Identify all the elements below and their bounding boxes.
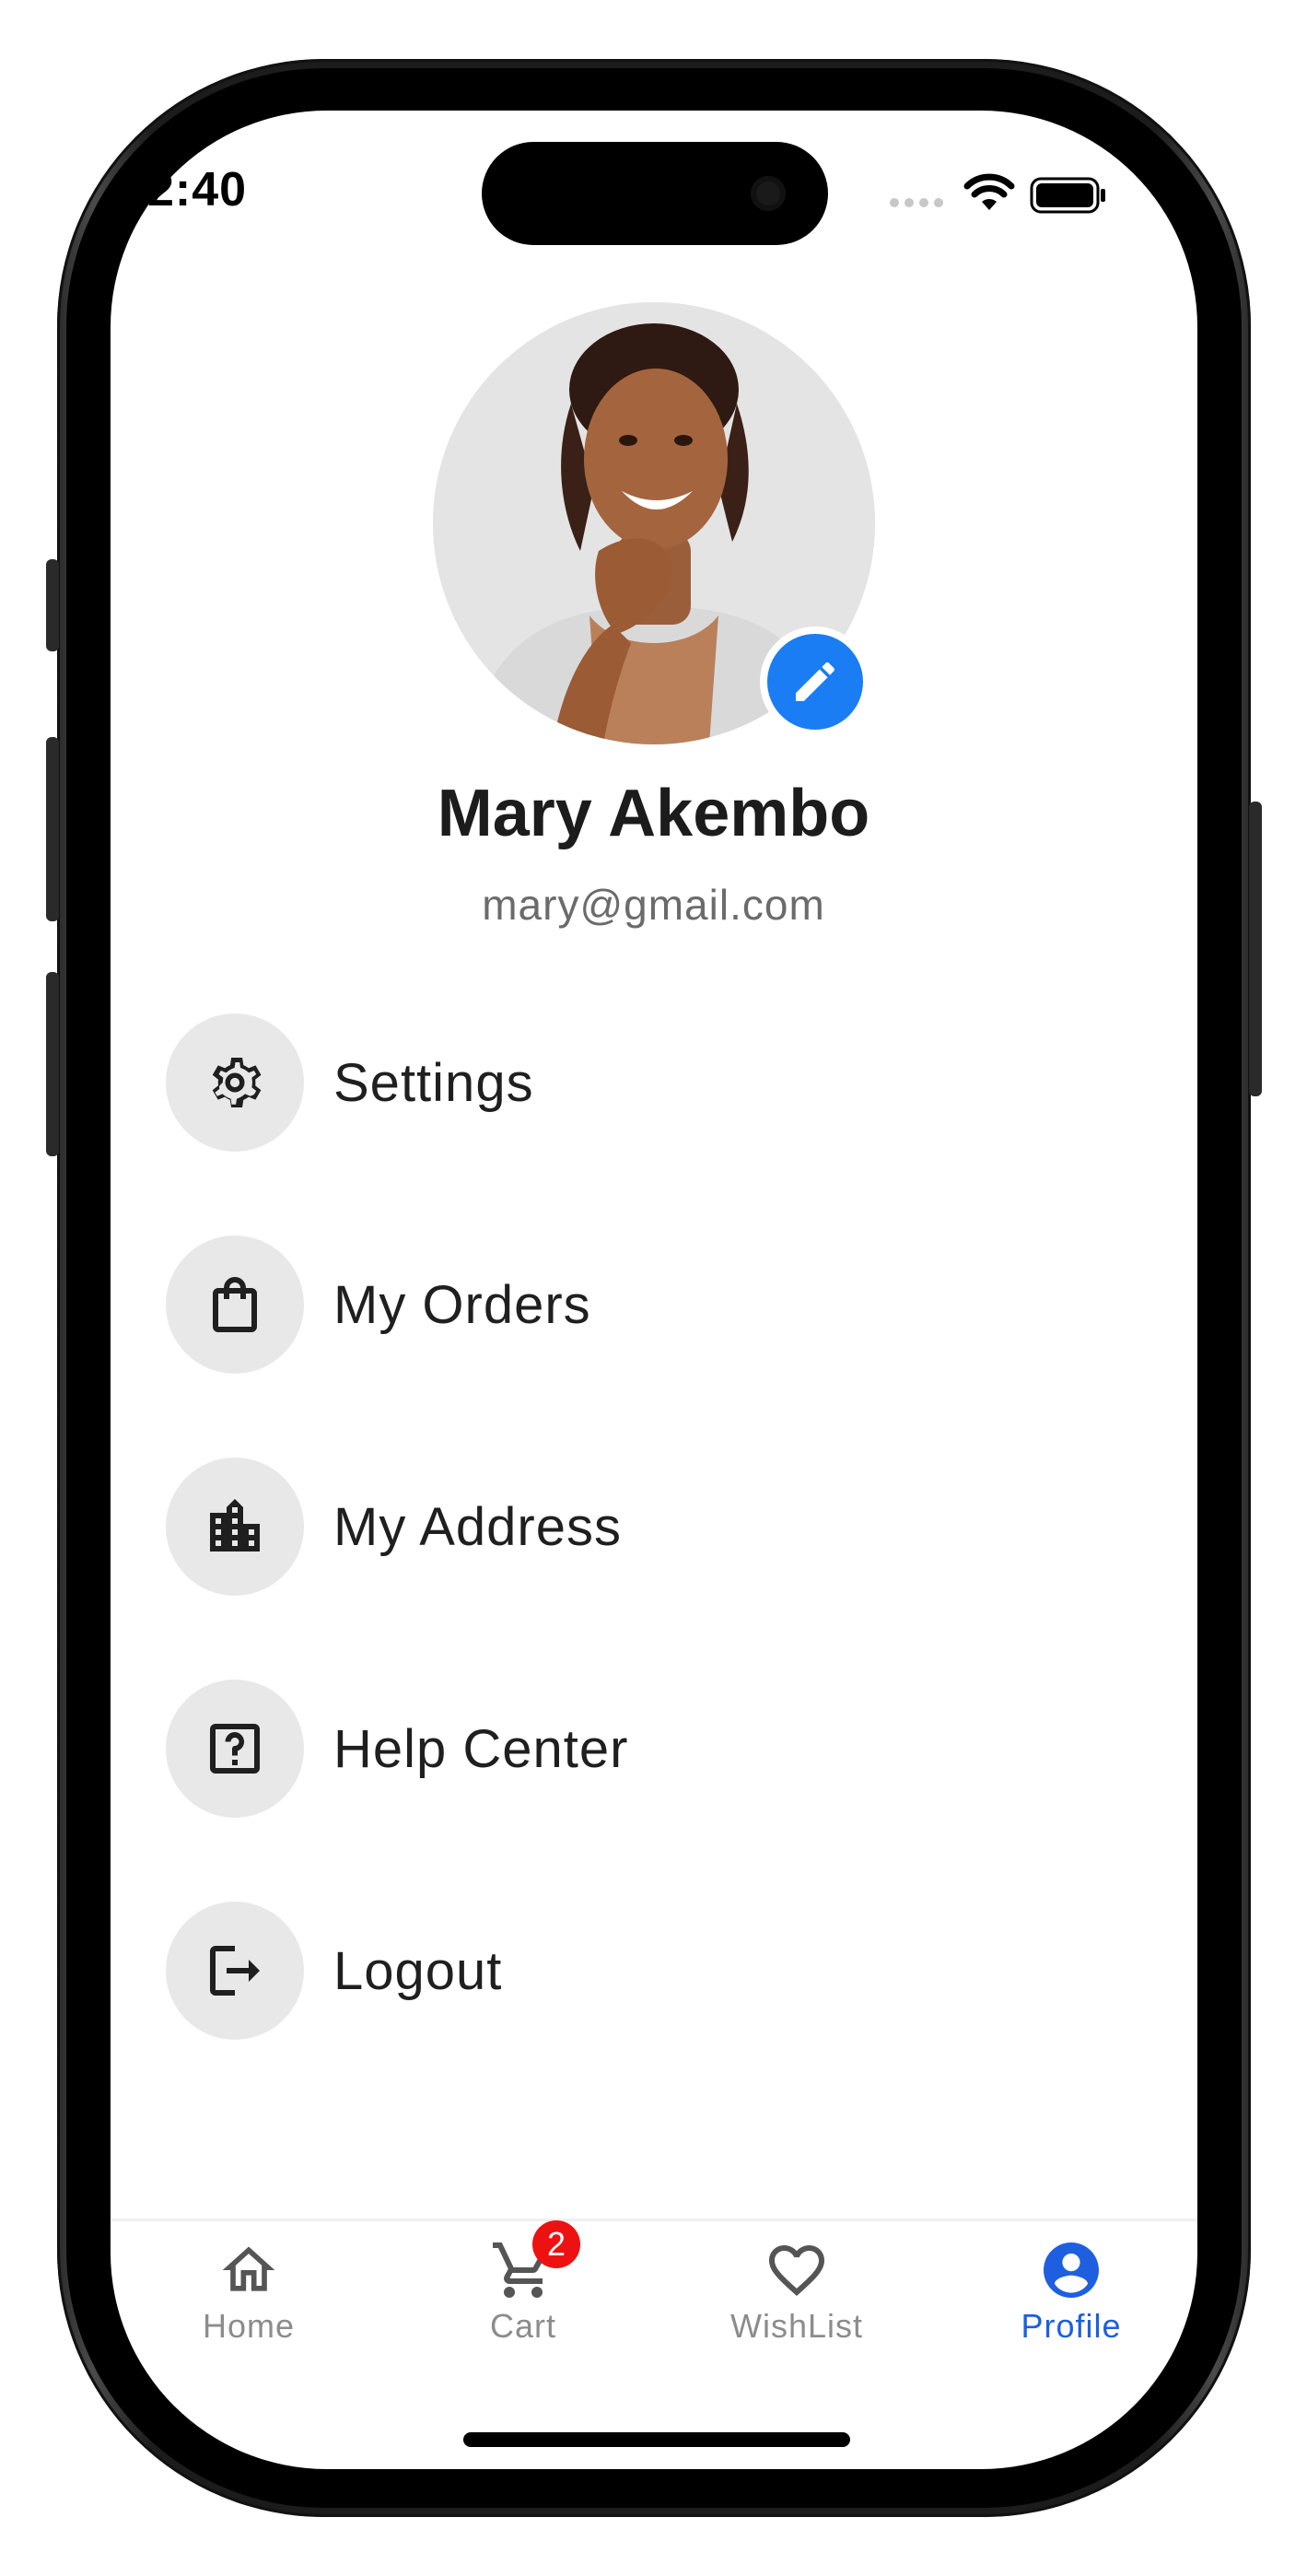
profile-email: mary@gmail.com bbox=[482, 881, 825, 929]
menu-item-label: Settings bbox=[333, 1052, 534, 1113]
signal-icon bbox=[890, 198, 943, 207]
bottom-nav-divider bbox=[111, 2219, 1197, 2221]
home-icon bbox=[222, 2246, 275, 2291]
profile-name: Mary Akembo bbox=[437, 777, 870, 850]
menu-item-label: My Orders bbox=[333, 1274, 591, 1335]
nav-item-home[interactable]: Home bbox=[138, 2237, 359, 2366]
gear-icon bbox=[212, 1058, 262, 1107]
nav-label: WishList bbox=[729, 2307, 864, 2345]
heart-icon bbox=[769, 2245, 824, 2297]
wifi-icon bbox=[963, 173, 1015, 210]
home-indicator[interactable] bbox=[463, 2432, 850, 2447]
menu-icon-container bbox=[166, 1013, 304, 1152]
nav-icon-wrapper bbox=[216, 2237, 282, 2303]
menu-item-my-address[interactable]: My Address bbox=[166, 1458, 1142, 1596]
shopping-bag-icon bbox=[213, 1277, 257, 1332]
nav-item-profile[interactable]: Profile bbox=[961, 2237, 1182, 2366]
pencil-icon bbox=[796, 662, 835, 701]
volume-down-button bbox=[46, 972, 59, 1156]
nav-label: Profile bbox=[1021, 2307, 1122, 2345]
nav-label: Cart bbox=[489, 2307, 556, 2345]
nav-icon-wrapper: 2 bbox=[490, 2220, 580, 2303]
nav-icon-wrapper bbox=[764, 2237, 830, 2303]
menu-item-label: Help Center bbox=[333, 1718, 629, 1779]
menu-item-label: My Address bbox=[333, 1496, 622, 1557]
menu-item-settings[interactable]: Settings bbox=[166, 1013, 1142, 1152]
menu-item-label: Logout bbox=[333, 1940, 503, 2001]
logout-icon bbox=[210, 1946, 260, 1996]
menu-icon-container bbox=[166, 1235, 304, 1374]
menu-item-logout[interactable]: Logout bbox=[166, 1902, 1142, 2040]
nav-icon-wrapper bbox=[1038, 2237, 1104, 2303]
menu-icon-container bbox=[166, 1680, 304, 1818]
account-circle-icon bbox=[1044, 2242, 1099, 2298]
action-button bbox=[46, 559, 59, 651]
menu-icon-container bbox=[166, 1902, 304, 2040]
camera-lens bbox=[751, 176, 786, 211]
question-box-icon bbox=[210, 1724, 260, 1774]
nav-item-cart[interactable]: 2 Cart bbox=[413, 2220, 634, 2366]
menu-icon-container bbox=[166, 1458, 304, 1596]
battery-icon bbox=[1030, 177, 1105, 214]
menu-item-my-orders[interactable]: My Orders bbox=[166, 1235, 1142, 1374]
nav-label: Home bbox=[202, 2307, 296, 2345]
edit-profile-button[interactable] bbox=[760, 626, 870, 737]
status-time: 2:40 bbox=[147, 163, 248, 217]
cart-count-badge: 2 bbox=[532, 2220, 580, 2268]
menu-item-help-center[interactable]: Help Center bbox=[166, 1680, 1142, 1818]
buildings-icon bbox=[210, 1499, 260, 1551]
nav-item-wishlist[interactable]: WishList bbox=[686, 2237, 907, 2366]
